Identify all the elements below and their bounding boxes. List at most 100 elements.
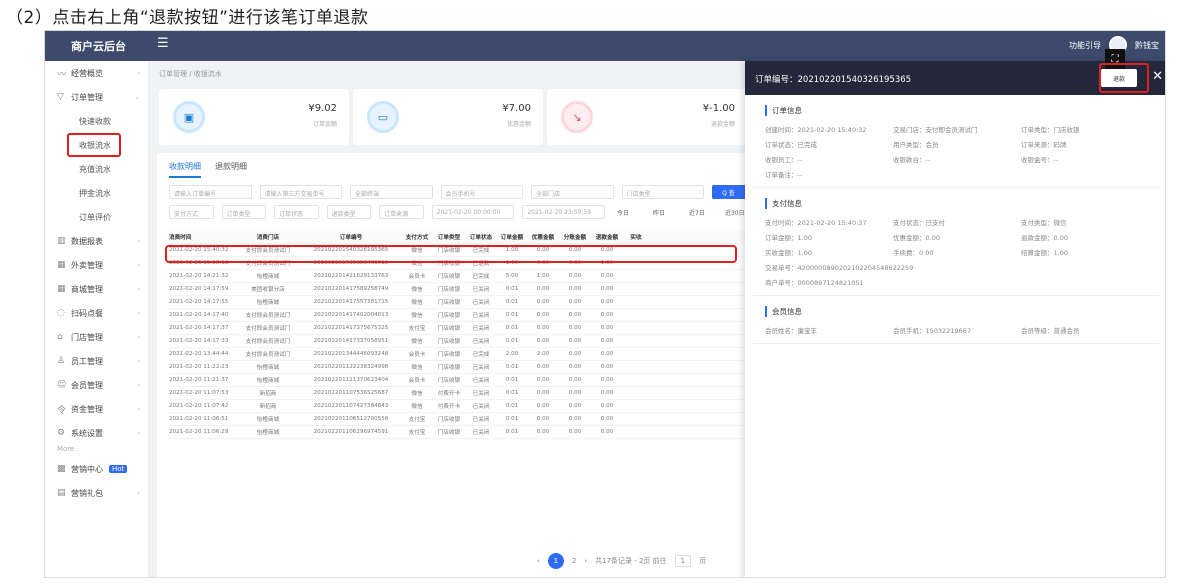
- table-row[interactable]: 2021-02-20 11:06:51 怡橙商城 20210220110651270…: [169, 413, 749, 426]
- table-cell: 2021-02-20 14:17:37: [169, 325, 229, 331]
- top-bar: 商户云后台 ☰ 功能引导 黔钱宝: [45, 31, 1165, 61]
- filter-field[interactable]: 支付方式: [169, 205, 214, 219]
- page-2-button[interactable]: 2: [572, 557, 576, 565]
- table-cell: 0.01: [505, 403, 519, 409]
- filter-field[interactable]: 全部终端: [350, 185, 433, 199]
- filter-field[interactable]: 昨日: [649, 205, 677, 219]
- table-cell: 已完成: [472, 274, 490, 280]
- filter-field[interactable]: 全部门店: [531, 185, 614, 199]
- table-cell: 202102201417375675325: [313, 325, 389, 331]
- header-cell: 订单类型: [437, 235, 461, 241]
- sidebar-subitem[interactable]: 充值流水: [45, 157, 148, 181]
- table-cell: 怡橙商城: [256, 365, 280, 371]
- detail-field: 订单金额：1.00: [765, 234, 812, 242]
- sidebar-item[interactable]: ▥ 数据报表 ›: [45, 229, 148, 253]
- sidebar-item[interactable]: 〰经营概览 ›: [45, 61, 148, 85]
- sidebar-item-label: 资金管理: [71, 404, 103, 414]
- filter-field[interactable]: 退款类型: [326, 205, 372, 219]
- card-label: 优惠金额: [506, 121, 531, 128]
- detail-field: 会员姓名：廉宝丰: [765, 327, 817, 335]
- table-row[interactable]: 2021-02-20 11:06:29 怡橙商城 20210220110629697…: [169, 426, 749, 439]
- header-cell: 支付方式: [405, 235, 429, 241]
- table-cell: 微信: [411, 313, 423, 319]
- sidebar-item[interactable]: ▦ 外卖管理 ›: [45, 253, 148, 277]
- sidebar-item[interactable]: ♙ 员工管理 ›: [45, 349, 148, 373]
- table-cell: 2021-02-20 11:22:23: [169, 364, 229, 370]
- table-cell: 0.00: [568, 351, 582, 357]
- sidebar-item[interactable]: ☺ 会员管理 ›: [45, 373, 148, 397]
- tab-receipts[interactable]: 收款明细: [169, 161, 201, 178]
- page-1-button[interactable]: 1: [547, 553, 564, 569]
- table-row[interactable]: 2021-02-20 14:17:37 支付即会员测试门 2021022014173…: [169, 322, 749, 335]
- sidebar-item-label: 会员管理: [71, 380, 103, 390]
- sidebar-item[interactable]: ⌂ 门店管理 ›: [45, 325, 148, 349]
- sidebar-item-icon: ▤: [57, 488, 66, 498]
- sidebar-item[interactable]: ◌ 扫码点餐 ›: [45, 301, 148, 325]
- detail-field: 收银款台：--: [893, 156, 931, 164]
- filter-field[interactable]: 请输入订单编号: [169, 185, 252, 199]
- table-row[interactable]: 2021-02-20 14:17:55 怡橙商城 20210220141755738…: [169, 296, 749, 309]
- table-row[interactable]: 2021-02-20 14:17:40 支付即会员测试门 2021022014174…: [169, 309, 749, 322]
- detail-field: 订单类型：门店收银: [1021, 126, 1080, 134]
- table-row[interactable]: 2021-02-20 11:07:42 新招商 202102201107427384…: [169, 400, 749, 413]
- table-cell: 0.00: [600, 403, 614, 409]
- goto-page-input[interactable]: 1: [674, 555, 692, 567]
- table-row[interactable]: 2021-02-20 11:07:53 新招商 202102201107536525…: [169, 387, 749, 400]
- filter-row: 支付方式 订单类型 订单状态 退款类型 订单来源 2021-02-20 00:00:00 2…: [169, 205, 749, 219]
- table-row[interactable]: 2021-02-20 14:21:32 怡橙商城 20210220142182913…: [169, 270, 749, 283]
- sidebar-subitem[interactable]: 快速收款: [45, 109, 148, 133]
- table-cell: 2021-02-20 11:21:37: [169, 377, 229, 383]
- filter-field[interactable]: 订单状态: [274, 205, 319, 219]
- table-cell: 新招商: [259, 404, 277, 410]
- card-label: 退款金额: [710, 121, 735, 128]
- sidebar-item[interactable]: ▽ 订单管理 ⌄: [45, 85, 148, 109]
- table-cell: 已关闭: [472, 378, 490, 384]
- order-info-section: 订单信息 创建时间：2021-02-20 15:40:32 交易门店：支付即会员测…: [753, 95, 1159, 188]
- table-cell: 2021-02-20 14:17:55: [169, 299, 229, 305]
- table-cell: 2021-02-20 11:07:53: [169, 390, 229, 396]
- sidebar-item[interactable]: 令资金管理 ›: [45, 397, 148, 421]
- next-page-button[interactable]: ›: [584, 557, 587, 565]
- filter-field[interactable]: 2021-02-20 23:59:59: [522, 205, 606, 219]
- query-button[interactable]: Q 查询: [712, 185, 749, 206]
- filter-field[interactable]: 会员手机号: [440, 185, 524, 199]
- close-icon[interactable]: ✕: [1152, 69, 1163, 84]
- sidebar-item[interactable]: ⚙ 系统设置 ›: [45, 421, 148, 445]
- filter-field[interactable]: 请输入第三方交易单号: [259, 185, 343, 199]
- table-row[interactable]: 2021-02-20 11:22:23 怡橙商城 20210220112223832…: [169, 361, 749, 374]
- table-row[interactable]: 2021-02-20 13:44:44 支付即会员测试门 2021022013444…: [169, 348, 749, 361]
- sidebar-item[interactable]: ▤ 营销礼包 ›: [45, 481, 148, 505]
- table-cell: 门店收银: [437, 274, 461, 280]
- table-row[interactable]: 2021-02-20 14:17:33 支付即会员测试门 2021022014173…: [169, 335, 749, 348]
- help-link[interactable]: 功能引导: [1069, 40, 1101, 51]
- detail-field: 结算金额：1.00: [1021, 249, 1068, 257]
- filter-field[interactable]: 今日: [613, 205, 641, 219]
- detail-field: 订单备注：--: [765, 171, 803, 179]
- sidebar-item[interactable]: ▩ 营销中心 Hot: [45, 457, 148, 481]
- sidebar-subitem[interactable]: 订单评价: [45, 205, 148, 229]
- sidebar-more-label: More: [57, 445, 75, 453]
- sidebar-item[interactable]: ▦ 商城管理 ›: [45, 277, 148, 301]
- filter-field[interactable]: 订单来源: [379, 205, 424, 219]
- user-name[interactable]: 黔钱宝: [1135, 40, 1159, 51]
- filter-field[interactable]: 近7日: [685, 205, 713, 219]
- filter-field[interactable]: 门店类型: [621, 185, 705, 199]
- filter-field[interactable]: 2021-02-20 00:00:00: [431, 205, 515, 219]
- sidebar-item-label: 门店管理: [71, 332, 103, 342]
- table-cell: 微信: [411, 339, 423, 345]
- sidebar-item-label: 商城管理: [71, 284, 103, 294]
- sidebar-item-icon: ⌂: [57, 332, 63, 342]
- filter-field[interactable]: 订单类型: [221, 205, 267, 219]
- table-cell: 202102201107427384843: [313, 403, 389, 409]
- table-cell: 0.00: [568, 325, 582, 331]
- prev-page-button[interactable]: ‹: [537, 557, 540, 565]
- menu-toggle-icon[interactable]: ☰: [157, 36, 169, 51]
- table-row[interactable]: 2021-02-20 14:17:59 美团收银分店 202102201417589…: [169, 283, 749, 296]
- tab-refunds[interactable]: 退款明细: [215, 161, 247, 178]
- sidebar-subitem[interactable]: 收银流水: [67, 133, 121, 157]
- page-unit: 页: [699, 557, 707, 565]
- table-cell: 0.00: [536, 377, 550, 383]
- summary-card-refund: ↘ ¥-1.00 退款金额: [547, 89, 747, 145]
- sidebar-subitem[interactable]: 押金流水: [45, 181, 148, 205]
- table-row[interactable]: 2021-02-20 11:21:37 怡橙商城 20210220112137062…: [169, 374, 749, 387]
